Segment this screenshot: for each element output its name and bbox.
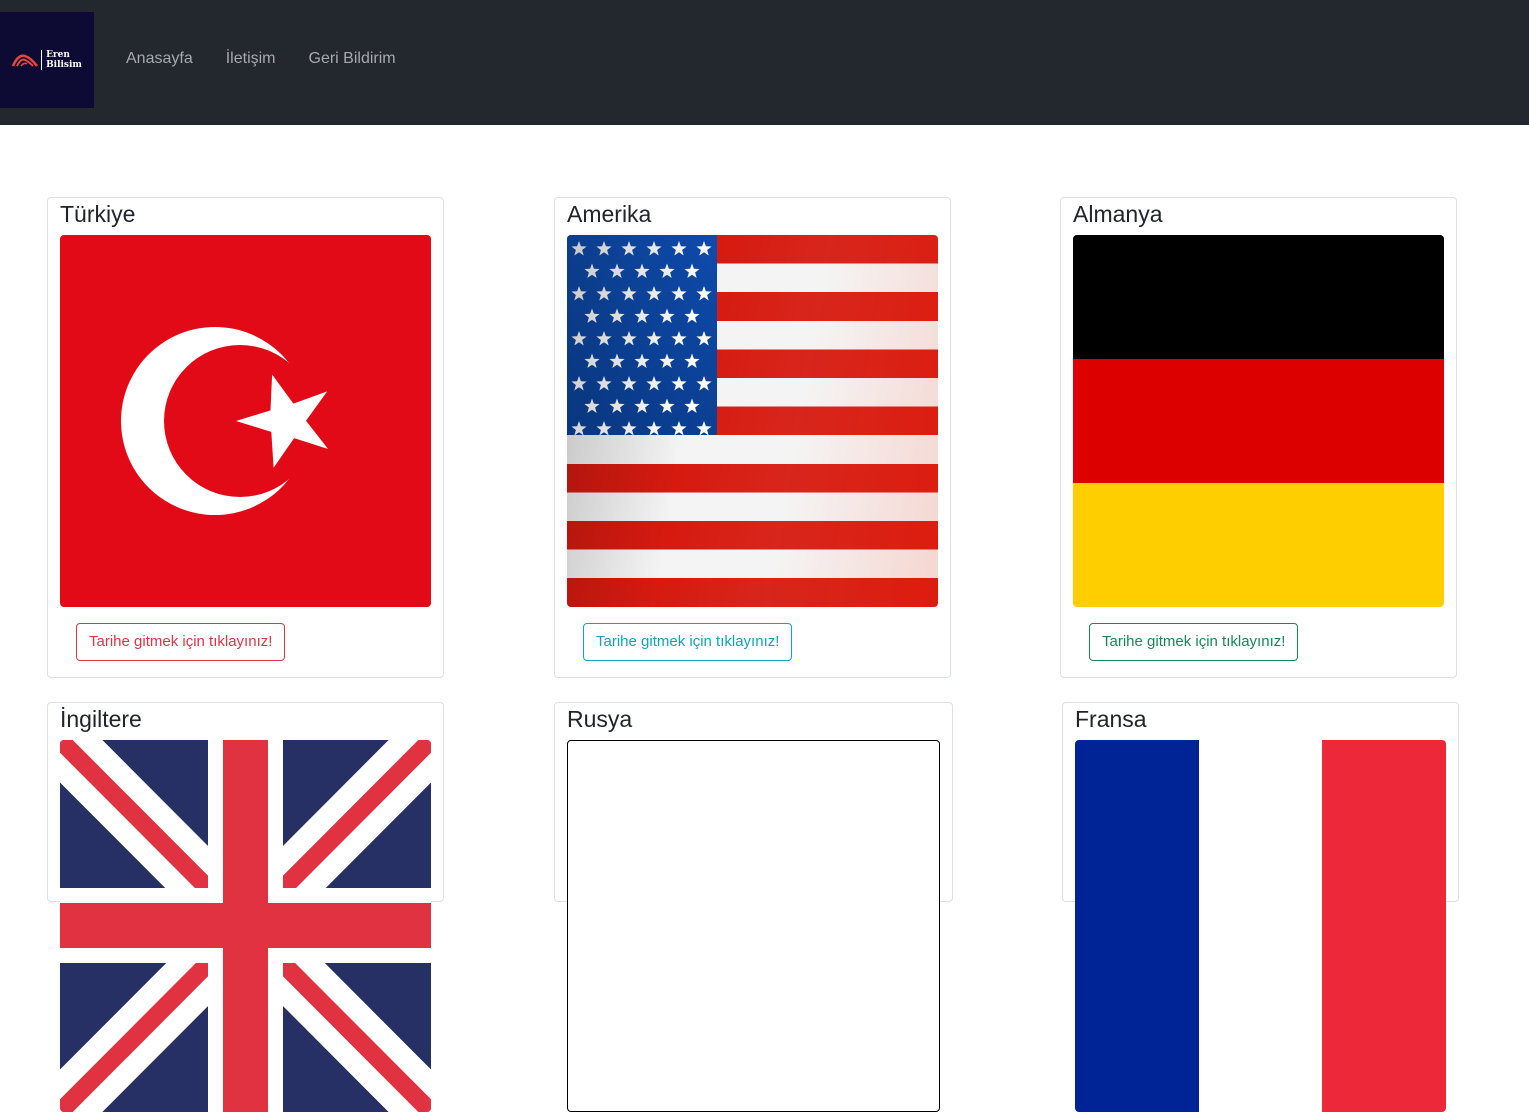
usa-shade	[567, 235, 938, 607]
history-button-germany[interactable]: Tarihe gitmek için tıklayınız!	[1089, 623, 1299, 661]
germany-flag	[1073, 235, 1444, 607]
union-jack-icon	[60, 740, 431, 1112]
uk-flag	[60, 740, 431, 1112]
turkey-flag	[60, 235, 431, 607]
nav-link-contact[interactable]: İletişim	[226, 48, 276, 70]
crescent-star-icon	[121, 327, 329, 515]
card-england: İngiltere	[47, 702, 444, 1112]
nav-links: Anasayfa İletişim Geri Bildirim	[126, 48, 429, 70]
france-red-stripe	[1322, 740, 1446, 1112]
russia-flag	[567, 740, 940, 1112]
card-usa: Amerika Tarihe gitmek için tıklayınız!	[554, 197, 951, 678]
card-title: İngiltere	[60, 706, 142, 732]
germany-gold-stripe	[1073, 483, 1444, 607]
france-white-stripe	[1199, 740, 1322, 1112]
history-button-turkey[interactable]: Tarihe gitmek için tıklayınız!	[76, 623, 286, 661]
logo-inner: Eren Bilisim	[12, 50, 82, 70]
card-title: Rusya	[567, 706, 633, 732]
logo-line2: Bilisim	[46, 60, 82, 70]
history-button-usa[interactable]: Tarihe gitmek için tıklayınız!	[583, 623, 793, 661]
mountain-logo-icon	[12, 54, 39, 67]
card-title: Fransa	[1075, 706, 1147, 732]
germany-black-stripe	[1073, 235, 1444, 359]
nav-link-feedback[interactable]: Geri Bildirim	[309, 48, 396, 70]
card-germany: Almanya Tarihe gitmek için tıklayınız!	[1060, 197, 1457, 678]
card-title: Türkiye	[60, 201, 136, 227]
france-flag	[1075, 740, 1446, 1112]
logo-line1: Eren	[46, 50, 70, 60]
nav-link-home[interactable]: Anasayfa	[126, 48, 193, 70]
card-turkey: Türkiye Tarihe gitmek için tıklayınız!	[47, 197, 444, 678]
brand-logo[interactable]: Eren Bilisim	[0, 12, 94, 108]
card-title: Amerika	[567, 201, 652, 227]
france-blue-stripe	[1075, 740, 1199, 1112]
germany-red-stripe	[1073, 359, 1444, 483]
logo-text: Eren Bilisim	[41, 50, 82, 70]
navbar: Eren Bilisim Anasayfa İletişim Geri Bild…	[0, 0, 1529, 125]
card-title: Almanya	[1073, 201, 1163, 227]
card-france: Fransa	[1062, 702, 1459, 1112]
card-russia: Rusya	[554, 702, 953, 1112]
usa-flag	[567, 235, 938, 607]
